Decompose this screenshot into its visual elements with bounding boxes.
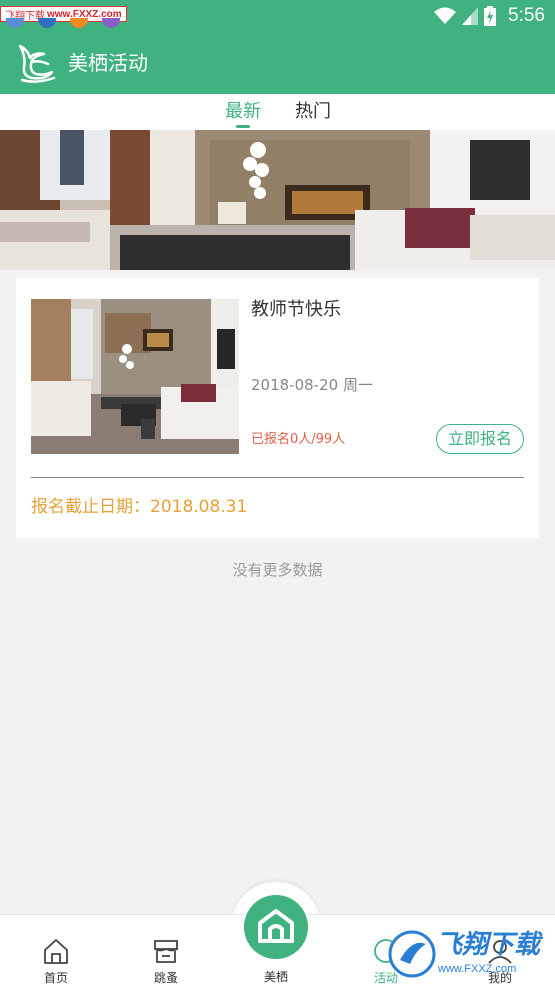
activity-card[interactable]: 教师节快乐 2018-08-20 周一 已报名0人/99人 立即报名 报名截止日… (16, 278, 539, 538)
home-brand-icon (258, 909, 294, 943)
watermark-brand-url: www.FXXZ.com (438, 963, 517, 975)
notification-icons (6, 18, 120, 28)
wifi-icon (434, 7, 457, 24)
card-divider (31, 477, 524, 478)
center-nav-button[interactable] (244, 895, 308, 959)
signup-deadline: 报名截止日期：2018.08.31 (31, 497, 248, 517)
nav-label-center: 美栖 (263, 970, 288, 984)
watermark-logo: 飞翔下载 www.FXXZ.com (388, 926, 548, 982)
home-icon (44, 939, 68, 964)
tab-bar: 最新 热门 (0, 94, 555, 130)
app-notification-icon (102, 18, 120, 28)
activity-date: 2018-08-20 周一 (251, 376, 373, 394)
signup-count: 已报名0人/99人 (251, 432, 346, 447)
battery-icon (484, 6, 497, 26)
signup-button[interactable]: 立即报名 (436, 424, 524, 454)
app-logo-icon (18, 44, 56, 83)
activity-title: 教师节快乐 (251, 299, 341, 320)
tab-hot[interactable]: 热门 (295, 100, 331, 124)
activity-thumbnail (31, 299, 239, 454)
status-time: 5:56 (508, 5, 545, 26)
app-notification-icon (38, 18, 56, 28)
status-bar: 飞翔下载 www.FXXZ.com 5:56 (0, 0, 555, 32)
banner-picture (0, 130, 555, 270)
nav-item-home[interactable]: 首页 (16, 915, 96, 988)
nav-label-home: 首页 (43, 971, 68, 985)
status-right: 5:56 (434, 0, 545, 32)
shop-icon (154, 940, 178, 963)
watermark-brand: 飞翔下载 (436, 930, 541, 960)
app-notification-icon (70, 18, 88, 28)
app-bar: 美栖活动 (0, 32, 555, 94)
tab-indicator (236, 125, 250, 128)
signal-icon (462, 7, 479, 25)
tab-latest[interactable]: 最新 (225, 100, 261, 124)
no-more-data-text: 没有更多数据 (232, 561, 323, 579)
banner-image[interactable] (0, 130, 555, 270)
nav-label-market: 跳蚤 (153, 971, 178, 985)
nav-item-market[interactable]: 跳蚤 (126, 915, 206, 988)
watermark-emblem-icon (388, 930, 436, 978)
page-title: 美栖活动 (68, 51, 148, 75)
app-notification-icon (6, 18, 24, 28)
thumbnail-picture (31, 299, 239, 454)
